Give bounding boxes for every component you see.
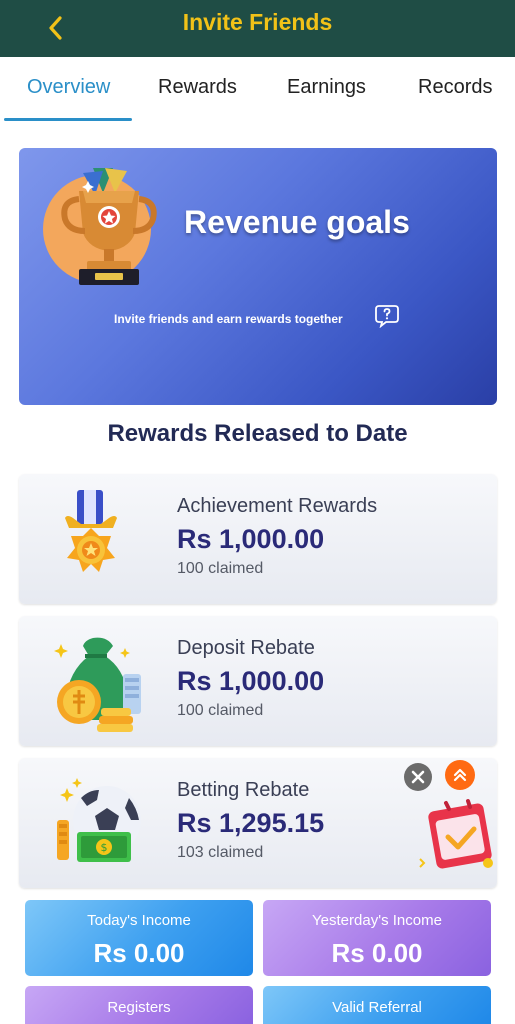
revenue-goals-banner: Revenue goals Invite friends and earn re…	[19, 148, 497, 405]
valid-referral-tile: Valid Referral	[263, 986, 491, 1024]
banner-subtitle: Invite friends and earn rewards together	[114, 312, 343, 326]
top-bar: Invite Friends	[0, 0, 515, 57]
registers-tile: Registers	[25, 986, 253, 1024]
tab-bar: Overview Rewards Earnings Records	[0, 57, 515, 123]
today-income-tile: Today's Income Rs 0.00	[25, 900, 253, 976]
yesterday-income-tile: Yesterday's Income Rs 0.00	[263, 900, 491, 976]
money-bag-icon	[54, 637, 141, 732]
tab-overview[interactable]: Overview	[27, 75, 110, 99]
calendar-gift-icon[interactable]	[418, 793, 500, 878]
reward-name: Achievement Rewards	[177, 495, 378, 517]
reward-claimed: 100 claimed	[177, 702, 264, 719]
page-title: Invite Friends	[182, 9, 333, 35]
reward-amount: Rs 1,000.00	[177, 524, 325, 554]
section-title: Rewards Released to Date	[107, 420, 408, 447]
svg-text:$: $	[101, 841, 108, 854]
soccer-ball-icon: $	[57, 778, 141, 862]
question-icon[interactable]	[374, 304, 400, 328]
tab-records[interactable]: Records	[418, 75, 492, 99]
medal-icon	[65, 490, 117, 572]
tab-earnings[interactable]: Earnings	[287, 75, 366, 99]
close-promo-button[interactable]	[404, 763, 432, 791]
stat-label: Registers	[107, 999, 171, 1016]
reward-card-achievement[interactable]: Achievement Rewards Rs 1,000.00 100 clai…	[19, 474, 497, 604]
reward-claimed: 100 claimed	[177, 560, 264, 577]
stat-label: Valid Referral	[332, 999, 422, 1016]
trophy-icon	[61, 168, 157, 285]
tab-rewards[interactable]: Rewards	[158, 75, 237, 99]
double-chevron-up-icon	[453, 768, 467, 782]
reward-claimed: 103 claimed	[177, 844, 264, 861]
stat-label: Yesterday's Income	[312, 912, 442, 929]
stat-value: Rs 0.00	[93, 938, 185, 968]
reward-card-deposit[interactable]: Deposit Rebate Rs 1,000.00 100 claimed	[19, 616, 497, 746]
reward-name: Deposit Rebate	[177, 637, 315, 659]
active-tab-indicator	[4, 118, 132, 121]
banner-title: Revenue goals	[184, 204, 410, 240]
reward-amount: Rs 1,000.00	[177, 666, 325, 696]
reward-name: Betting Rebate	[177, 779, 310, 801]
stat-value: Rs 0.00	[331, 938, 423, 968]
close-icon	[411, 770, 425, 784]
stat-label: Today's Income	[87, 912, 191, 929]
reward-amount: Rs 1,295.15	[177, 808, 325, 838]
scroll-top-button[interactable]	[445, 760, 475, 790]
invite-friends-page: Invite Friends Overview Rewards Earnings…	[0, 0, 515, 1024]
